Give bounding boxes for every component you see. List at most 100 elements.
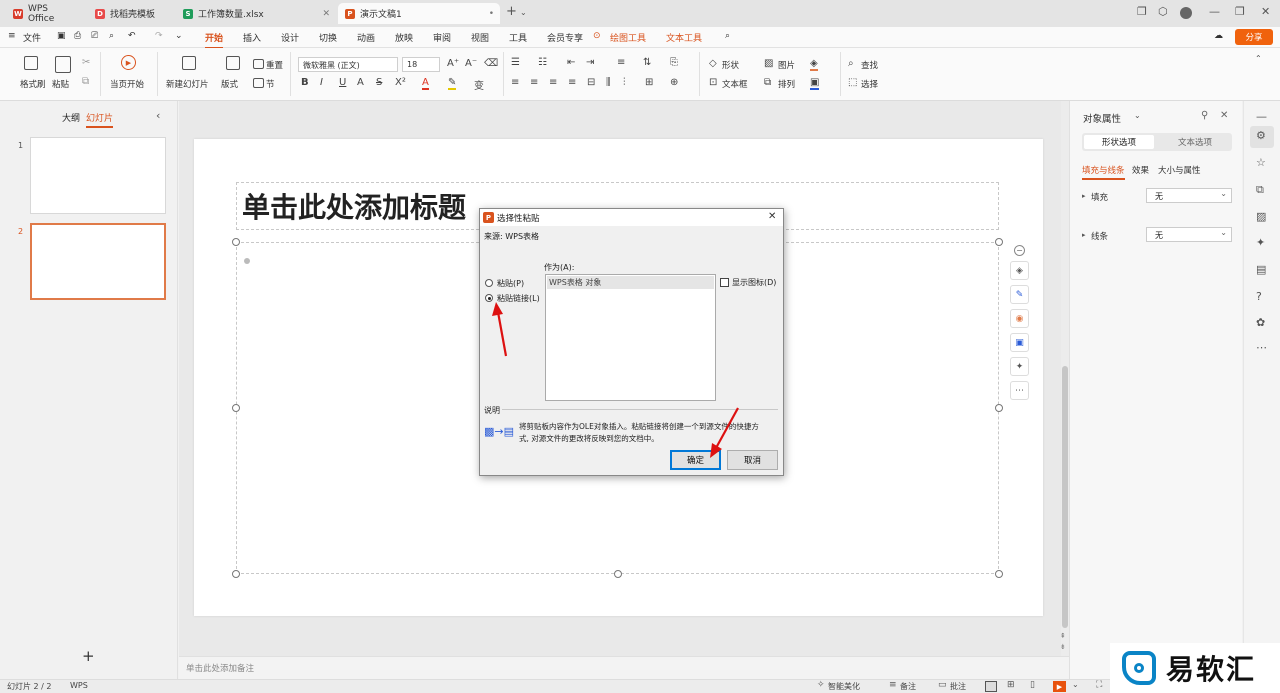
text-direction-icon[interactable]: ⇅ bbox=[643, 57, 651, 68]
picture-icon[interactable]: ▨ bbox=[1256, 210, 1266, 223]
from-current-button[interactable]: 当页开始 bbox=[110, 78, 144, 90]
cube-icon[interactable]: ⬡ bbox=[1158, 5, 1168, 18]
window-list-icon[interactable]: ❐ bbox=[1137, 5, 1147, 18]
expand-icon[interactable]: ▸ bbox=[1082, 192, 1086, 200]
fit-icon[interactable]: ⛶ bbox=[1096, 680, 1102, 690]
chevron-down-icon[interactable]: ⌄ bbox=[520, 8, 527, 17]
menu-text-tools[interactable]: 文本工具 bbox=[666, 31, 702, 44]
shadow-icon[interactable]: A bbox=[357, 77, 364, 88]
layers-icon[interactable]: ◈ bbox=[1010, 261, 1029, 280]
minus-icon[interactable]: — bbox=[1256, 110, 1267, 123]
align-left-icon[interactable]: ≡ bbox=[511, 77, 519, 88]
section-icon[interactable] bbox=[253, 78, 264, 88]
underline-icon[interactable]: U bbox=[339, 77, 346, 88]
menu-slideshow[interactable]: 放映 bbox=[395, 31, 413, 44]
close-tab-icon[interactable]: • bbox=[489, 9, 494, 19]
title-placeholder-text[interactable]: 单击此处添加标题 bbox=[242, 186, 466, 226]
save-icon[interactable]: ▣ bbox=[57, 31, 66, 41]
shape-button[interactable]: 形状 bbox=[722, 59, 739, 71]
cut-icon[interactable]: ✂ bbox=[82, 57, 90, 68]
tab-wps-office[interactable]: W WPS Office bbox=[6, 3, 84, 24]
tab-spreadsheet[interactable]: S 工作簿数量.xlsx ✕ bbox=[176, 3, 336, 24]
notes-button[interactable]: 备注 bbox=[900, 681, 916, 692]
fill-select[interactable]: 无 ⌄ bbox=[1146, 188, 1232, 203]
share-button[interactable]: 分享 bbox=[1235, 29, 1273, 45]
close-window-icon[interactable]: ✕ bbox=[1261, 5, 1270, 18]
comments-button[interactable]: 批注 bbox=[950, 681, 966, 692]
text-box-align-icon[interactable]: ⊕ bbox=[670, 77, 678, 88]
cloud-icon[interactable]: ☁ bbox=[1214, 31, 1223, 41]
pen-icon[interactable]: ✎ bbox=[1010, 285, 1029, 304]
reading-view-icon[interactable]: ▯ bbox=[1030, 680, 1035, 690]
more-icon[interactable]: ⋯ bbox=[1010, 381, 1029, 400]
numbering-icon[interactable]: ☷ bbox=[538, 57, 547, 68]
picture-icon[interactable]: ▨ bbox=[764, 58, 773, 69]
new-tab-button[interactable]: + bbox=[506, 4, 517, 19]
arrange-button[interactable]: 排列 bbox=[778, 78, 795, 90]
columns-icon[interactable]: ⫼ bbox=[606, 77, 611, 88]
align-center-icon[interactable]: ≡ bbox=[530, 77, 538, 88]
find-button[interactable]: 查找 bbox=[861, 59, 878, 71]
menu-member[interactable]: 会员专享 bbox=[547, 31, 583, 44]
tab-outline[interactable]: 大纲 bbox=[62, 111, 80, 124]
gear-icon[interactable]: ✿ bbox=[1256, 316, 1265, 329]
menu-review[interactable]: 审阅 bbox=[433, 31, 451, 44]
collapse-ribbon-icon[interactable]: ⌃ bbox=[1255, 54, 1262, 63]
vertical-align-icon[interactable]: ⊞ bbox=[645, 77, 653, 88]
arrange-icon[interactable]: ⧉ bbox=[764, 77, 771, 88]
distribute-icon[interactable]: ⊟ bbox=[587, 77, 595, 88]
font-name-select[interactable]: 微软雅黑 (正文) bbox=[298, 57, 398, 72]
paste-icon[interactable] bbox=[55, 56, 71, 73]
italic-icon[interactable]: I bbox=[320, 77, 323, 88]
redo-icon[interactable]: ↷ bbox=[155, 31, 163, 41]
minimize-icon[interactable]: — bbox=[1209, 5, 1220, 18]
increase-font-icon[interactable]: A⁺ bbox=[447, 58, 459, 69]
play-icon[interactable]: ▶ bbox=[121, 55, 136, 70]
close-pane-icon[interactable]: ✕ bbox=[1220, 110, 1228, 121]
bold-icon[interactable]: B bbox=[301, 77, 309, 88]
resize-handle[interactable] bbox=[232, 238, 240, 246]
close-dialog-icon[interactable]: ✕ bbox=[768, 211, 776, 222]
scrollbar-thumb[interactable] bbox=[1062, 366, 1068, 628]
subtab-size-properties[interactable]: 大小与属性 bbox=[1158, 164, 1201, 176]
undo-icon[interactable]: ↶ bbox=[128, 31, 136, 41]
find-icon[interactable]: ⌕ bbox=[848, 58, 854, 69]
fill-bucket-icon[interactable]: ◉ bbox=[1010, 309, 1029, 328]
collapse-toolbar-icon[interactable]: − bbox=[1014, 245, 1025, 256]
select-icon[interactable]: ⬚ bbox=[848, 77, 857, 88]
menu-drawing-tools[interactable]: 绘图工具 bbox=[610, 31, 646, 44]
hamburger-icon[interactable]: ≡ bbox=[8, 31, 16, 41]
show-icon-label[interactable]: 显示图标(D) bbox=[732, 277, 776, 288]
bullets-icon[interactable]: ☰ bbox=[511, 57, 520, 68]
resize-handle[interactable] bbox=[232, 404, 240, 412]
pin-icon[interactable]: ⚲ bbox=[1201, 110, 1208, 121]
new-slide-button[interactable]: 新建幻灯片 bbox=[166, 78, 209, 90]
menu-design[interactable]: 设计 bbox=[281, 31, 299, 44]
avatar[interactable] bbox=[1180, 7, 1192, 19]
notes-placeholder[interactable]: 单击此处添加备注 bbox=[186, 662, 254, 674]
subtab-fill-line[interactable]: 填充与线条 bbox=[1082, 164, 1125, 180]
decrease-font-icon[interactable]: A⁻ bbox=[465, 58, 477, 69]
justify-icon[interactable]: ≡ bbox=[568, 77, 576, 88]
next-slide-icon[interactable]: ⇟ bbox=[1060, 643, 1066, 651]
font-color-icon[interactable]: A bbox=[422, 77, 429, 90]
section-button[interactable]: 节 bbox=[266, 78, 275, 90]
border-icon[interactable]: ▣ bbox=[1010, 333, 1029, 352]
prev-slide-icon[interactable]: ⇞ bbox=[1060, 632, 1066, 640]
tab-docer[interactable]: D 找稻壳模板 bbox=[88, 3, 174, 24]
menu-file[interactable]: 文件 bbox=[23, 31, 41, 44]
menu-animation[interactable]: 动画 bbox=[357, 31, 375, 44]
book-icon[interactable]: ▤ bbox=[1256, 263, 1266, 276]
textbox-icon[interactable]: ⊡ bbox=[709, 77, 717, 88]
print-icon[interactable]: ⎚ bbox=[91, 31, 98, 41]
select-button[interactable]: 选择 bbox=[861, 78, 878, 90]
outline-icon[interactable]: ▣ bbox=[810, 77, 820, 90]
help-icon[interactable]: ? bbox=[1256, 290, 1262, 303]
paste-option-label[interactable]: 粘贴(P) bbox=[497, 278, 524, 289]
menu-tools[interactable]: 工具 bbox=[509, 31, 527, 44]
highlight-icon[interactable]: ✎ bbox=[448, 77, 457, 90]
copy-icon[interactable]: ⧉ bbox=[82, 76, 89, 87]
chevron-down-icon[interactable]: ⌄ bbox=[175, 31, 183, 41]
export-icon[interactable]: ⎙ bbox=[74, 31, 81, 41]
normal-view-icon[interactable] bbox=[985, 681, 997, 692]
